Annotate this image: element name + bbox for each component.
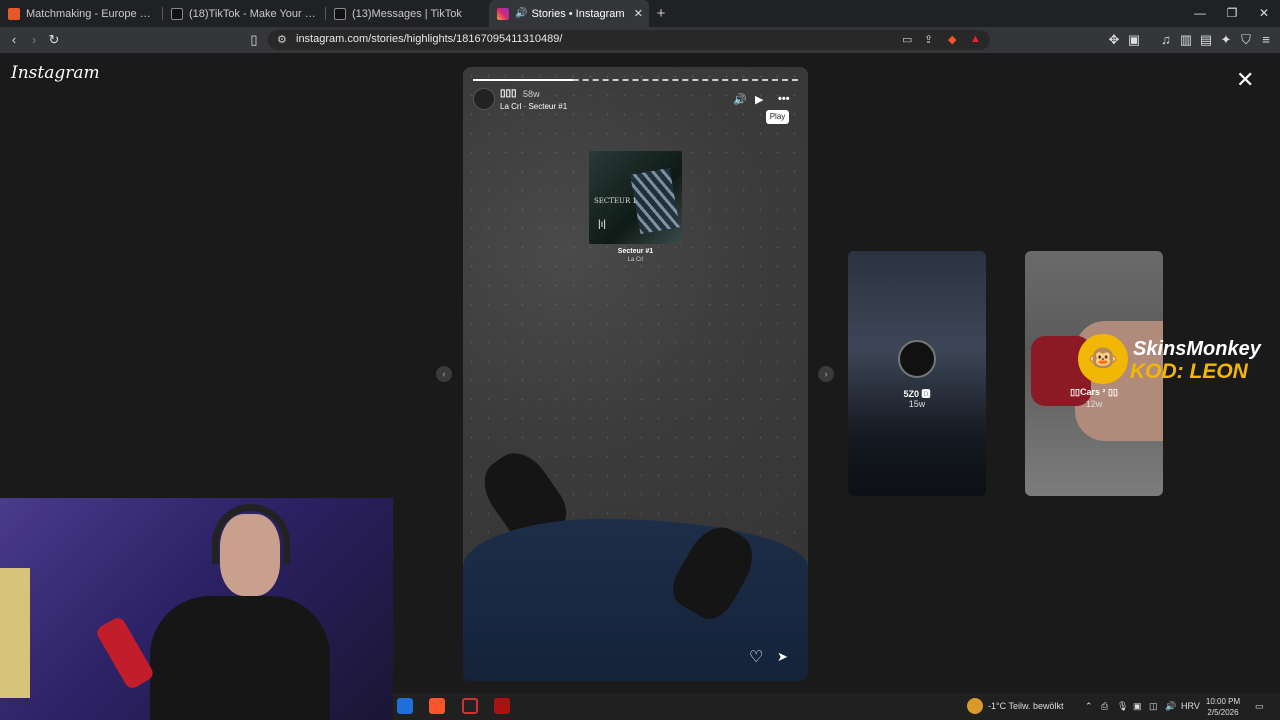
back-icon[interactable]: ‹ bbox=[6, 32, 22, 47]
story-username[interactable]: ▯▯▯ bbox=[500, 88, 517, 99]
rewards-icon[interactable]: ▲ bbox=[970, 33, 981, 45]
monitor bbox=[0, 568, 30, 698]
language-indicator[interactable]: HRV bbox=[1181, 701, 1200, 711]
forward-icon[interactable]: › bbox=[26, 32, 42, 47]
more-options-icon[interactable]: ••• bbox=[778, 93, 790, 105]
sponsor-name: SkinsMonkey bbox=[1133, 338, 1261, 360]
clock[interactable]: 10:00 PM 2/5/2026 bbox=[1201, 696, 1245, 718]
monkey-logo-icon: 🐵 bbox=[1078, 334, 1128, 384]
play-tooltip: Play bbox=[766, 110, 789, 124]
nav-bar: ‹ › ↻ ▯ ⚙ instagram.com/stories/highligh… bbox=[0, 27, 1280, 53]
speaker-tray-icon[interactable]: 🔊 bbox=[1165, 701, 1176, 712]
webcam-overlay bbox=[0, 498, 393, 720]
tab-faceit[interactable]: Matchmaking - Europe 5v5 Queue - bbox=[0, 0, 163, 27]
story-song[interactable]: La Crl · Secteur #1 bbox=[500, 102, 567, 111]
tab-label: Stories • Instagram bbox=[531, 7, 625, 20]
sponsor-overlay: 🐵 SkinsMonkey KOD: LEON bbox=[1078, 332, 1280, 386]
screenshot-icon[interactable]: ▣ bbox=[1126, 32, 1142, 48]
faceit-icon bbox=[8, 7, 20, 20]
cast-icon[interactable]: ▭ bbox=[902, 33, 912, 46]
network-icon[interactable]: ◫ bbox=[1149, 701, 1158, 712]
weather-icon[interactable] bbox=[967, 698, 983, 714]
brave-shield-icon[interactable]: ◆ bbox=[948, 33, 956, 46]
play-icon[interactable]: ▶ bbox=[755, 93, 763, 106]
game-icon[interactable] bbox=[494, 698, 510, 714]
wallet-icon[interactable]: ▤ bbox=[1198, 32, 1214, 48]
album-art bbox=[630, 167, 680, 235]
tab-tiktok[interactable]: (18)TikTok - Make Your Day bbox=[163, 0, 326, 27]
story-age: 58w bbox=[523, 89, 540, 99]
next-story-button[interactable]: › bbox=[818, 366, 834, 382]
music-icon[interactable]: ♫ bbox=[1158, 32, 1174, 47]
speaker-icon: 🔊 bbox=[515, 8, 528, 19]
sidebar-icon[interactable]: ▥ bbox=[1178, 32, 1194, 48]
album-cover-text: SECTEUR 1 bbox=[594, 197, 637, 205]
album-sticker[interactable]: SECTEUR 1 |ı| bbox=[589, 151, 682, 244]
preview-username: ▯▯Cars ² ▯▯ bbox=[1070, 387, 1118, 397]
instagram-logo[interactable]: Instagram bbox=[11, 63, 100, 83]
close-window-icon[interactable]: ✕ bbox=[1248, 0, 1280, 27]
restore-icon[interactable]: ❐ bbox=[1216, 0, 1248, 27]
tab-bar: Matchmaking - Europe 5v5 Queue - (18)Tik… bbox=[0, 0, 1280, 27]
app-icon[interactable] bbox=[462, 698, 478, 714]
tab-label: (13)Messages | TikTok bbox=[352, 7, 462, 20]
tiktok-icon bbox=[171, 7, 183, 20]
bookmark-icon[interactable]: ▯ bbox=[246, 32, 262, 48]
close-stories-button[interactable]: ✕ bbox=[1236, 67, 1254, 93]
extensions-icon[interactable]: ✥ bbox=[1106, 32, 1122, 48]
address-bar[interactable]: ⚙ instagram.com/stories/highlights/18167… bbox=[268, 30, 990, 50]
minimize-icon[interactable]: — bbox=[1184, 0, 1216, 27]
sponsor-code: KOD: LEON bbox=[1130, 360, 1248, 383]
tiktok-icon bbox=[334, 7, 346, 20]
avatar[interactable] bbox=[473, 88, 495, 110]
leo-ai-icon[interactable]: ✦ bbox=[1218, 32, 1234, 48]
screen: Matchmaking - Europe 5v5 Queue - (18)Tik… bbox=[0, 0, 1280, 720]
tab-close-icon[interactable]: ✕ bbox=[634, 7, 643, 20]
headset bbox=[212, 504, 290, 564]
new-tab-button[interactable]: + bbox=[649, 5, 673, 22]
reload-icon[interactable]: ↻ bbox=[46, 32, 62, 48]
clock-time: 10:00 PM bbox=[1205, 697, 1241, 706]
tray-chevron-icon[interactable]: ⌃ bbox=[1085, 701, 1093, 712]
previous-story-button[interactable]: ‹ bbox=[436, 366, 452, 382]
tray-device-icon[interactable]: ⎙ bbox=[1101, 701, 1108, 712]
clock-date: 2/5/2026 bbox=[1207, 708, 1239, 717]
preview-age: 15w bbox=[908, 399, 926, 409]
weather-text[interactable]: -1°C Teilw. bewölkt bbox=[988, 701, 1063, 711]
tab-label: Matchmaking - Europe 5v5 Queue - bbox=[26, 7, 155, 20]
display-icon[interactable]: ▣ bbox=[1133, 701, 1142, 712]
story-viewer[interactable]: ▯▯▯ 58w La Crl · Secteur #1 🔊 ▶ ••• Play… bbox=[463, 67, 808, 681]
story-preview-card[interactable]: 5Z0 🅳 15w bbox=[848, 251, 986, 496]
tab-instagram[interactable]: 🔊 Stories • Instagram ✕ bbox=[489, 0, 649, 27]
outlook-icon[interactable] bbox=[397, 698, 413, 714]
microphone bbox=[94, 615, 156, 691]
site-info-icon[interactable]: ⚙ bbox=[277, 33, 287, 46]
vpn-icon[interactable]: ⛉ bbox=[1238, 32, 1254, 48]
send-icon[interactable]: ➤ bbox=[777, 649, 788, 665]
notification-icon[interactable]: ▭ bbox=[1255, 701, 1264, 712]
taskbar: -1°C Teilw. bewölkt ⌃ ⎙ 🎙 ▣ ◫ 🔊 HRV 10:0… bbox=[393, 693, 1280, 720]
music-bars-icon: |ı| bbox=[598, 219, 606, 230]
menu-icon[interactable]: ≡ bbox=[1258, 32, 1274, 47]
window-controls: — ❐ ✕ bbox=[1184, 0, 1280, 27]
share-icon[interactable]: ⇪ bbox=[924, 33, 933, 46]
track-title: Secteur #1 bbox=[617, 248, 654, 255]
tab-label: (18)TikTok - Make Your Day bbox=[189, 7, 318, 20]
hoodie bbox=[150, 596, 330, 720]
story-progress-fill bbox=[473, 79, 573, 81]
address-text: instagram.com/stories/highlights/1816709… bbox=[296, 33, 563, 45]
like-icon[interactable]: ♡ bbox=[749, 647, 763, 667]
track-artist: La Crl bbox=[627, 257, 644, 263]
preview-age: 12w bbox=[1085, 399, 1103, 409]
volume-icon[interactable]: 🔊 bbox=[733, 93, 747, 106]
mic-icon[interactable]: 🎙 bbox=[1117, 701, 1128, 712]
avatar bbox=[898, 340, 936, 378]
tab-tiktok-messages[interactable]: (13)Messages | TikTok bbox=[326, 0, 489, 27]
brave-icon[interactable] bbox=[429, 698, 445, 714]
instagram-icon bbox=[497, 7, 509, 20]
